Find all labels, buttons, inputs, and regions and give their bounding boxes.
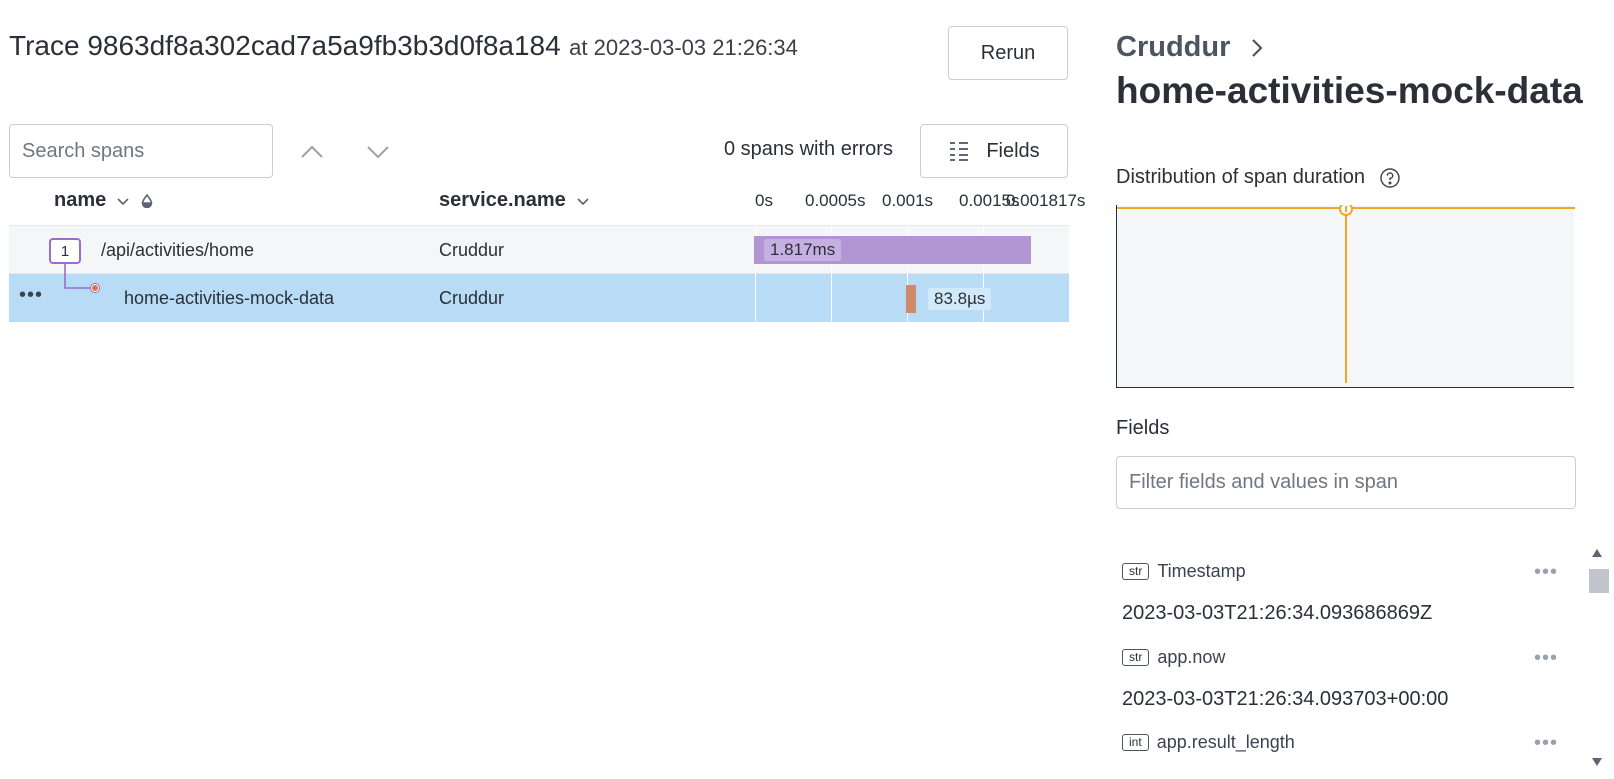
fields-button[interactable]: Fields: [920, 124, 1068, 178]
trace-title: Trace 9863df8a302cad7a5a9fb3b3d0f8a184 a…: [9, 30, 798, 62]
span-duration-bar[interactable]: [906, 285, 916, 313]
field-row: int app.result_length: [1122, 732, 1562, 753]
field-row: str app.now: [1122, 647, 1562, 668]
filter-fields-input[interactable]: [1116, 456, 1576, 509]
field-name: app.now: [1157, 647, 1226, 667]
fields-section-title: Fields: [1116, 417, 1170, 439]
chevron-down-icon[interactable]: [366, 140, 390, 164]
breadcrumb-service[interactable]: Cruddur: [1116, 31, 1230, 64]
help-icon[interactable]: [1379, 167, 1401, 189]
fields-button-label: Fields: [986, 139, 1040, 162]
chevron-right-icon: [1252, 38, 1263, 57]
distribution-heading: Distribution of span duration: [1116, 166, 1401, 189]
trace-id: Trace 9863df8a302cad7a5a9fb3b3d0f8a184: [9, 30, 561, 61]
timeline-tick: 0.0005s: [805, 191, 866, 210]
span-name: home-activities-mock-data: [124, 288, 335, 308]
trace-timestamp: at 2023-03-03 21:26:34: [569, 35, 798, 60]
chevron-up-icon[interactable]: [300, 140, 324, 164]
child-count-badge[interactable]: 1: [49, 238, 81, 264]
more-options-icon[interactable]: •••: [19, 284, 43, 307]
span-name: /api/activities/home: [101, 240, 255, 260]
field-name: Timestamp: [1157, 561, 1246, 581]
column-service-label: service.name: [439, 189, 566, 211]
span-duration-label: 83.8µs: [928, 288, 992, 310]
scroll-up-icon[interactable]: [1590, 547, 1604, 559]
columns-icon: [950, 142, 969, 161]
chevron-down-icon[interactable]: [576, 194, 590, 208]
field-options-icon[interactable]: •••: [1534, 561, 1558, 584]
distribution-title: Distribution of span duration: [1116, 166, 1366, 188]
timeline-tick: 0.001s: [882, 191, 934, 210]
chevron-down-icon[interactable]: [116, 194, 130, 208]
timeline-tick: 0.001817s: [1006, 191, 1086, 210]
span-duration-label: 1.817ms: [764, 239, 842, 261]
column-header-service[interactable]: service.name: [439, 189, 590, 212]
field-options-icon[interactable]: •••: [1534, 647, 1558, 670]
span-service: Cruddur: [439, 288, 505, 308]
duration-distribution-chart[interactable]: [1116, 202, 1575, 388]
field-list: str Timestamp ••• 2023-03-03T21:26:34.09…: [1116, 545, 1586, 779]
timeline-tick: 0s: [755, 191, 773, 210]
distribution-plot: [1117, 202, 1575, 383]
column-name-label: name: [54, 189, 107, 211]
field-type-badge: int: [1122, 734, 1149, 751]
breadcrumb: Cruddur: [1116, 31, 1266, 64]
scroll-down-icon[interactable]: [1590, 756, 1604, 768]
field-row: str Timestamp: [1122, 561, 1562, 582]
scrollbar-thumb[interactable]: [1589, 569, 1609, 593]
error-count: 0 spans with errors: [724, 138, 893, 160]
tree-connector-icon: [64, 264, 100, 293]
field-type-badge: str: [1122, 563, 1150, 580]
span-service: Cruddur: [439, 240, 505, 260]
drop-icon[interactable]: [140, 193, 154, 208]
column-header-name[interactable]: name: [54, 189, 154, 212]
field-value: 2023-03-03T21:26:34.093703+00:00: [1122, 688, 1449, 710]
search-spans-input[interactable]: [9, 124, 273, 178]
rerun-button[interactable]: Rerun: [948, 26, 1068, 80]
field-options-icon[interactable]: •••: [1534, 732, 1558, 755]
field-name: app.result_length: [1156, 732, 1295, 752]
field-value: 2023-03-03T21:26:34.093686869Z: [1122, 602, 1433, 624]
span-detail-title: home-activities-mock-data: [1116, 70, 1583, 111]
field-type-badge: str: [1122, 649, 1150, 666]
